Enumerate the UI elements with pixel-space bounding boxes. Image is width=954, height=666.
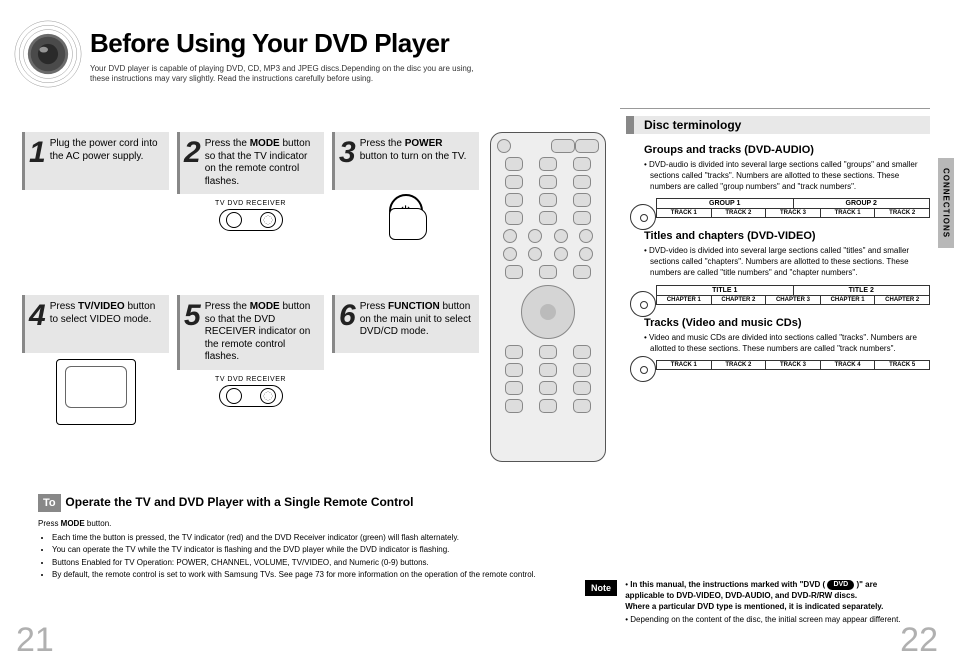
switch-label: TV DVD RECEIVER <box>215 376 286 383</box>
disc-icon <box>630 204 656 230</box>
title-header-row: TITLE 1TITLE 2 <box>657 286 929 296</box>
chapter-row: CHAPTER 1CHAPTER 2CHAPTER 3CHAPTER 1CHAP… <box>657 296 929 304</box>
group-header-row: GROUP 1GROUP 2 <box>657 199 929 209</box>
step-text: Press TV/VIDEO button to select VIDEO mo… <box>50 301 163 326</box>
step-text: Plug the power cord into the AC power su… <box>50 138 163 163</box>
step-2: 2 Press the MODE button so that the TV i… <box>177 132 324 194</box>
mode-switch-icon <box>219 385 283 407</box>
note-badge: Note <box>585 580 617 596</box>
tracks-diagram: TRACK 1TRACK 2TRACK 3TRACK 4TRACK 5 <box>636 360 930 370</box>
operate-title: Operate the TV and DVD Player with a Sin… <box>65 495 413 509</box>
tv-icon <box>56 359 136 425</box>
titles-heading: Titles and chapters (DVD-VIDEO) <box>644 230 930 242</box>
step-text: Press FUNCTION button on the main unit t… <box>360 301 473 339</box>
note-section: Note • In this manual, the instructions … <box>585 580 931 626</box>
step-6: 6 Press FUNCTION button on the main unit… <box>332 295 479 353</box>
step-text: Press the MODE button so that the DVD RE… <box>205 301 318 364</box>
step-5: 5 Press the MODE button so that the DVD … <box>177 295 324 370</box>
operate-bullets: Each time the button is pressed, the TV … <box>38 532 576 581</box>
cd-track-row: TRACK 1TRACK 2TRACK 3TRACK 4TRACK 5 <box>657 361 929 369</box>
step-number: 4 <box>29 303 50 329</box>
operate-first-line: Press MODE button. <box>38 518 576 530</box>
groups-heading: Groups and tracks (DVD-AUDIO) <box>644 144 930 156</box>
disc-icon <box>630 291 656 317</box>
step-text: Press the POWER button to turn on the TV… <box>360 138 473 163</box>
step-number: 3 <box>339 140 360 166</box>
setup-steps: 1 Plug the power cord into the AC power … <box>22 132 475 480</box>
speaker-icon <box>12 18 84 90</box>
to-badge: To <box>38 494 61 512</box>
groups-diagram: GROUP 1GROUP 2 TRACK 1TRACK 2TRACK 3TRAC… <box>636 198 930 218</box>
operate-section: To Operate the TV and DVD Player with a … <box>38 494 576 583</box>
step-3: 3 Press the POWER button to turn on the … <box>332 132 479 190</box>
titles-diagram: TITLE 1TITLE 2 CHAPTER 1CHAPTER 2CHAPTER… <box>636 285 930 305</box>
titles-text: DVD-video is divided into several large … <box>650 246 930 278</box>
remote-control-icon <box>490 132 606 462</box>
step-text: Press the MODE button so that the TV ind… <box>205 138 318 188</box>
step-number: 6 <box>339 303 360 329</box>
section-tab: CONNECTIONS <box>938 158 954 248</box>
manual-spread: Before Using Your DVD Player Your DVD pl… <box>0 0 954 666</box>
page-title: Before Using Your DVD Player <box>90 28 449 59</box>
switch-label: TV DVD RECEIVER <box>215 200 286 207</box>
dvd-pill-icon: DVD <box>827 580 854 589</box>
page-number-left: 21 <box>16 621 54 660</box>
section-heading: Disc terminology <box>626 116 930 134</box>
intro-text: Your DVD player is capable of playing DV… <box>90 64 490 85</box>
groups-text: DVD-audio is divided into several large … <box>650 160 930 192</box>
step-number: 2 <box>184 140 205 166</box>
divider <box>620 108 930 109</box>
disc-terminology: Disc terminology Groups and tracks (DVD-… <box>626 116 930 382</box>
power-press-icon: ⏻ <box>383 194 429 240</box>
step-number: 1 <box>29 140 50 166</box>
tracks-heading: Tracks (Video and music CDs) <box>644 317 930 329</box>
step-number: 5 <box>184 303 205 329</box>
mode-switch-icon <box>219 209 283 231</box>
step-1: 1 Plug the power cord into the AC power … <box>22 132 169 190</box>
tracks-text: Video and music CDs are divided into sec… <box>650 333 930 355</box>
step-4: 4 Press TV/VIDEO button to select VIDEO … <box>22 295 169 353</box>
group-track-row: TRACK 1TRACK 2TRACK 3TRACK 1TRACK 2 <box>657 209 929 217</box>
disc-icon <box>630 356 656 382</box>
page-number-right: 22 <box>900 621 938 660</box>
